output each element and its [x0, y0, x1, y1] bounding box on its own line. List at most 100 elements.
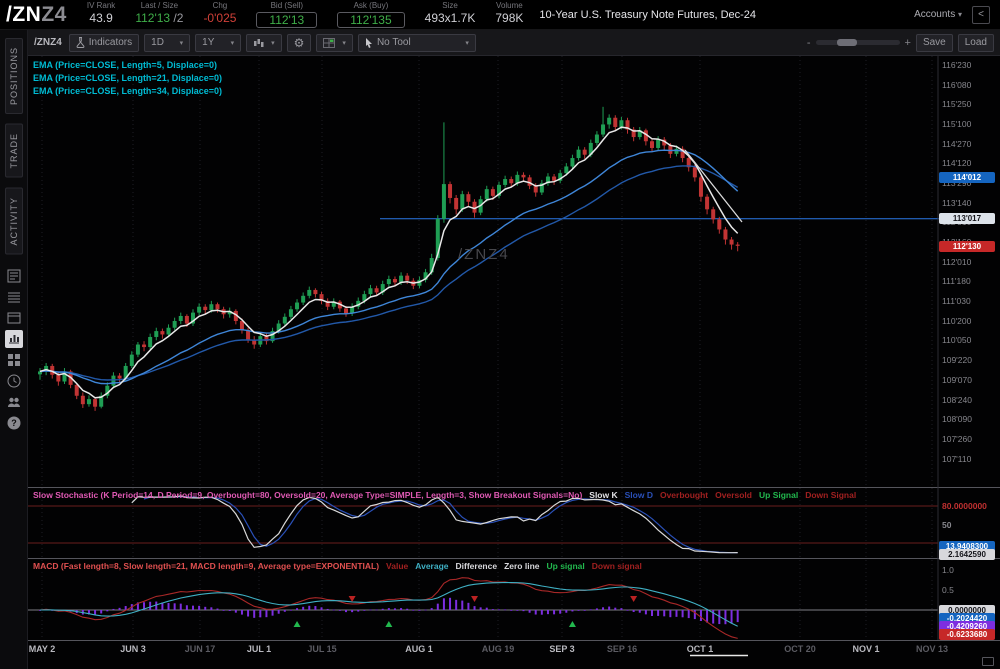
macd-axis-value: 0.5	[942, 585, 954, 595]
quote-field-value[interactable]: 112'135	[337, 12, 404, 28]
window-icon[interactable]	[5, 309, 23, 327]
price-axis-label: 111'180	[942, 276, 971, 286]
quote-field-volume: Volume 798K	[495, 2, 523, 28]
price-axis-label: 108'090	[942, 414, 972, 424]
price-axis-label: 114'120	[942, 158, 971, 168]
quote-field-value: -0'025	[203, 12, 236, 24]
price-axis-label: 111'030	[942, 296, 971, 306]
up-signal-arrow	[294, 621, 301, 627]
price-axis-label: 107'260	[942, 434, 972, 444]
price-bubble: -0.6233680	[939, 629, 995, 640]
legend-item: Oversold	[715, 490, 752, 500]
legend-item: Slow D	[625, 490, 653, 500]
candles-layer	[38, 107, 740, 411]
left-sidebar: POSITIONS TRADE ACTIVITY ?	[0, 30, 28, 669]
users-icon[interactable]	[5, 393, 23, 411]
ema21-line	[40, 150, 738, 384]
price-axis-label: 112'010	[942, 257, 971, 267]
price-axis-label: 115'250	[942, 99, 971, 109]
corner-expand-icon[interactable]	[982, 657, 994, 666]
quote-field-ask-buy-: Ask (Buy) 112'135	[337, 2, 404, 28]
ema5-label: EMA (Price=CLOSE, Length=5, Displace=0)	[33, 59, 222, 72]
timeframe-dropdown[interactable]: 1D▾	[144, 34, 190, 52]
accounts-dropdown[interactable]: Accounts ▾	[914, 9, 962, 20]
list-icon[interactable]	[5, 288, 23, 306]
zoom-in-button[interactable]: +	[905, 37, 911, 49]
zoom-slider[interactable]	[816, 40, 900, 45]
time-axis-label: SEP 3	[549, 644, 574, 654]
quote-field-value: 43.9	[89, 12, 112, 24]
symbol-month: Z4	[41, 3, 67, 26]
time-axis-label: JUN 3	[120, 644, 146, 654]
load-button[interactable]: Load	[958, 34, 994, 52]
range-dropdown[interactable]: 1Y▾	[195, 34, 241, 52]
quote-field-label: Ask (Buy)	[354, 2, 389, 10]
macd-legend: MACD (Fast length=8, Slow length=21, MAC…	[33, 561, 933, 571]
save-button[interactable]: Save	[916, 34, 953, 52]
time-axis-label: MAY 2	[29, 644, 56, 654]
chart-toolbar: /ZNZ4 Indicators 1D▾ 1Y▾ ▾ ⚙ ▾ No Tool ▾	[28, 30, 1000, 56]
sidebar-tab-trade[interactable]: TRADE	[5, 124, 23, 178]
price-bubble: 112'130	[939, 241, 995, 252]
price-axis-label: 109'070	[942, 375, 972, 385]
time-axis-label: JUL 1	[247, 644, 271, 654]
price-axis-label: 113'140	[942, 198, 971, 208]
quote-field-label: Volume	[496, 2, 523, 10]
price-axis-label: 107'110	[942, 454, 971, 464]
chart-canvas[interactable]: EMA (Price=CLOSE, Length=5, Displace=0) …	[28, 56, 1000, 669]
zoom-out-button[interactable]: -	[807, 37, 811, 49]
quote-fields: IV Rank43.9Last / Size112'13 /2Chg-0'025…	[67, 2, 524, 28]
down-signal-arrow	[471, 596, 478, 602]
quote-field-value: 112'13 /2	[135, 12, 183, 24]
candle-chart-icon	[253, 38, 264, 48]
chart-icon[interactable]	[5, 330, 23, 348]
time-axis-label: OCT 1	[687, 644, 714, 654]
quote-field-chg: Chg -0'025	[203, 2, 236, 28]
ema34-line	[40, 166, 738, 380]
quote-field-size: Size493x1.7K	[425, 2, 476, 28]
legend-item: Value	[386, 561, 408, 571]
time-axis-label: JUL 15	[307, 644, 336, 654]
quote-field-value: 798K	[495, 12, 523, 24]
quote-field-label: Chg	[213, 2, 228, 10]
chart-settings-button[interactable]: ⚙	[287, 34, 312, 52]
grid-icon[interactable]	[5, 351, 23, 369]
indicators-button[interactable]: Indicators	[69, 34, 139, 52]
time-axis-label: AUG 19	[482, 644, 515, 654]
drawing-tool-dropdown[interactable]: No Tool ▾	[358, 34, 476, 52]
legend-item: Up signal	[547, 561, 585, 571]
layout-dropdown[interactable]: ▾	[316, 34, 353, 52]
gridlines	[42, 56, 932, 640]
legend-item: Average	[415, 561, 448, 571]
stochastic-legend: Slow Stochastic (K Period=14, D Period=9…	[33, 490, 933, 500]
news-icon[interactable]	[5, 267, 23, 285]
help-icon[interactable]: ?	[5, 414, 23, 432]
legend-item: Slow K	[589, 490, 617, 500]
price-axis-label: 108'240	[942, 395, 972, 405]
clock-icon[interactable]	[5, 372, 23, 390]
time-axis-label: NOV 1	[852, 644, 879, 654]
symbol-root: /ZN	[6, 3, 41, 26]
time-axis-label: JUN 17	[185, 644, 216, 654]
zoom-slider-handle[interactable]	[837, 39, 857, 46]
quote-field-last-size: Last / Size112'13 /2	[135, 2, 183, 28]
time-axis-label: NOV 13	[916, 644, 948, 654]
collapse-panel-button[interactable]: <	[972, 6, 990, 24]
legend-item: Up Signal	[759, 490, 798, 500]
legend-item: Down signal	[592, 561, 642, 571]
price-axis-label: 116'230	[942, 60, 971, 70]
ema34-label: EMA (Price=CLOSE, Length=34, Displace=0)	[33, 85, 222, 98]
price-axis-label: 115'100	[942, 119, 971, 129]
sidebar-tab-positions[interactable]: POSITIONS	[5, 38, 23, 114]
chart-type-dropdown[interactable]: ▾	[246, 34, 282, 52]
flask-icon	[76, 37, 85, 48]
sidebar-tab-activity[interactable]: ACTIVITY	[5, 188, 23, 255]
price-bubble: 113'017	[939, 213, 995, 224]
chevron-down-icon: ▾	[231, 39, 235, 47]
price-axis-label: 109'220	[942, 355, 972, 365]
chart-plot	[28, 56, 1000, 669]
quote-field-value[interactable]: 112'13	[256, 12, 317, 28]
gear-icon: ⚙	[294, 36, 305, 50]
ema-legend: EMA (Price=CLOSE, Length=5, Displace=0) …	[33, 59, 222, 98]
quote-field-suffix: /2	[170, 11, 183, 25]
